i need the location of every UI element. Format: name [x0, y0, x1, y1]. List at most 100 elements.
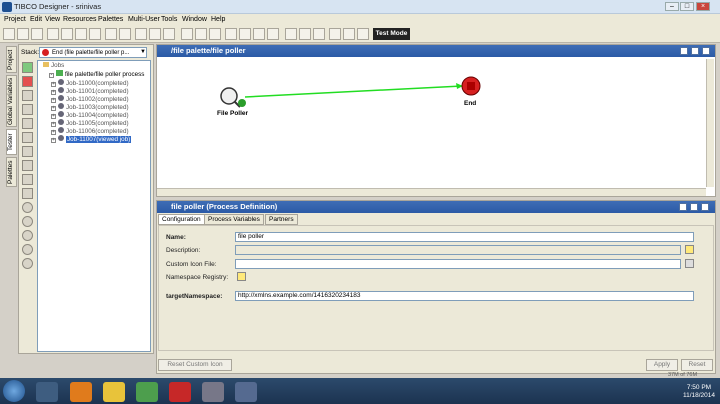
- transition-icon[interactable]: [239, 28, 251, 40]
- explorer-icon[interactable]: [36, 382, 58, 402]
- new-icon[interactable]: [3, 28, 15, 40]
- file-poller-icon[interactable]: [220, 87, 238, 105]
- system-tray[interactable]: [610, 386, 660, 396]
- close-icon[interactable]: [701, 203, 709, 211]
- edit-pencil-icon[interactable]: [685, 245, 694, 254]
- tab-configuration[interactable]: Configuration: [158, 214, 205, 225]
- tester-broom-icon[interactable]: [357, 28, 369, 40]
- apply-button[interactable]: Apply: [646, 359, 678, 371]
- list-item-selected[interactable]: + Job-11007(viewed job): [51, 135, 132, 143]
- tree-root[interactable]: Jobs: [43, 62, 64, 69]
- layout-icon[interactable]: [313, 28, 325, 40]
- close-button[interactable]: ×: [696, 2, 710, 11]
- list-item[interactable]: + Job-11001(completed): [51, 87, 129, 95]
- expand-icon[interactable]: -: [49, 73, 54, 78]
- tab-partners[interactable]: Partners: [265, 214, 298, 225]
- minimize-button[interactable]: –: [665, 2, 679, 11]
- chrome-icon[interactable]: [136, 382, 158, 402]
- tab-tester[interactable]: Tester: [6, 129, 17, 155]
- menu-multi-user[interactable]: Multi-User: [128, 16, 160, 23]
- run-to-icon[interactable]: [22, 160, 33, 171]
- step-out-icon[interactable]: [22, 146, 33, 157]
- custom-icon-field[interactable]: [235, 259, 681, 269]
- list-icon[interactable]: [343, 28, 355, 40]
- designer-icon[interactable]: [235, 382, 257, 402]
- close-icon[interactable]: [702, 47, 710, 55]
- transition-arrow[interactable]: [244, 85, 463, 98]
- acrobat-icon[interactable]: [169, 382, 191, 402]
- save-icon[interactable]: [31, 28, 43, 40]
- list-item[interactable]: + Job-11002(completed): [51, 95, 129, 103]
- test-mode-indicator[interactable]: Test Mode: [373, 28, 410, 40]
- breakpoint-icon[interactable]: [22, 174, 33, 185]
- restore-icon[interactable]: [680, 47, 688, 55]
- tab-palettes[interactable]: Palettes: [6, 157, 17, 187]
- menu-edit[interactable]: Edit: [30, 16, 42, 23]
- browse-binoculars-icon[interactable]: [685, 259, 694, 268]
- copy-resource-icon[interactable]: [135, 28, 147, 40]
- engine-icon[interactable]: [22, 244, 33, 255]
- breakpoint-clear-icon[interactable]: [22, 188, 33, 199]
- tab-project[interactable]: Project: [6, 46, 17, 73]
- chevron-down-icon[interactable]: ▼: [140, 49, 146, 56]
- menu-resources[interactable]: Resources: [63, 16, 96, 23]
- firefox-icon[interactable]: [70, 382, 92, 402]
- namespace-edit-icon[interactable]: [237, 272, 246, 281]
- note-icon[interactable]: [267, 28, 279, 40]
- settings-icon[interactable]: [22, 258, 33, 269]
- shuffle-icon[interactable]: [163, 28, 175, 40]
- maximize-button[interactable]: □: [680, 2, 694, 11]
- list-item[interactable]: + Job-11006(completed): [51, 127, 129, 135]
- tab-process-variables[interactable]: Process Variables: [204, 214, 264, 225]
- delete-icon[interactable]: [89, 28, 101, 40]
- group-icon[interactable]: [253, 28, 265, 40]
- clock[interactable]: 7:50 PM 11/18/2014: [680, 384, 718, 400]
- start-test-icon[interactable]: [22, 62, 33, 73]
- paste-resource-icon[interactable]: [149, 28, 161, 40]
- checkbox-icon[interactable]: [181, 28, 193, 40]
- list-item[interactable]: + Job-11004(completed): [51, 111, 129, 119]
- open-icon[interactable]: [17, 28, 29, 40]
- clear-icon[interactable]: [22, 104, 33, 115]
- menu-palettes[interactable]: Palettes: [98, 16, 123, 23]
- horizontal-scrollbar[interactable]: [157, 188, 706, 196]
- copy-icon[interactable]: [61, 28, 73, 40]
- validate-icon[interactable]: [195, 28, 207, 40]
- job-icon[interactable]: [22, 202, 33, 213]
- align-icon[interactable]: [285, 28, 297, 40]
- target-namespace-field[interactable]: http://xmlns.example.com/1416320234183: [235, 291, 694, 301]
- menu-tools[interactable]: Tools: [161, 16, 177, 23]
- restore-icon[interactable]: [679, 203, 687, 211]
- tibco-icon[interactable]: [202, 382, 224, 402]
- list-item[interactable]: + Job-11005(completed): [51, 119, 129, 127]
- zoom-icon[interactable]: [299, 28, 311, 40]
- reset-button[interactable]: Reset: [681, 359, 713, 371]
- menu-view[interactable]: View: [45, 16, 60, 23]
- pause-icon[interactable]: [22, 90, 33, 101]
- maximize-icon[interactable]: [690, 203, 698, 211]
- tree-process[interactable]: - file palette/file poller process: [49, 70, 144, 78]
- name-field[interactable]: file poller: [235, 232, 694, 242]
- jobs-icon[interactable]: [22, 216, 33, 227]
- tab-global-variables[interactable]: Global Variables: [6, 75, 17, 127]
- expand-icon[interactable]: +: [51, 138, 56, 143]
- cut-icon[interactable]: [47, 28, 59, 40]
- grid-icon[interactable]: [329, 28, 341, 40]
- step-over-icon[interactable]: [22, 118, 33, 129]
- stack-select[interactable]: End (file palette/file poller p...: [39, 47, 147, 58]
- folder-icon[interactable]: [103, 382, 125, 402]
- menu-window[interactable]: Window: [182, 16, 207, 23]
- list-item[interactable]: + Job-11003(completed): [51, 103, 129, 111]
- step-into-icon[interactable]: [22, 132, 33, 143]
- history-icon[interactable]: [22, 230, 33, 241]
- find-icon[interactable]: [119, 28, 131, 40]
- menu-help[interactable]: Help: [211, 16, 225, 23]
- paste-icon[interactable]: [75, 28, 87, 40]
- menu-project[interactable]: Project: [4, 16, 26, 23]
- select-arrow-icon[interactable]: [209, 28, 221, 40]
- vertical-scrollbar[interactable]: [706, 59, 714, 187]
- start-button[interactable]: [3, 380, 25, 402]
- list-item[interactable]: + Job-11000(completed): [51, 79, 129, 87]
- pointer-icon[interactable]: [225, 28, 237, 40]
- description-field[interactable]: [235, 245, 681, 255]
